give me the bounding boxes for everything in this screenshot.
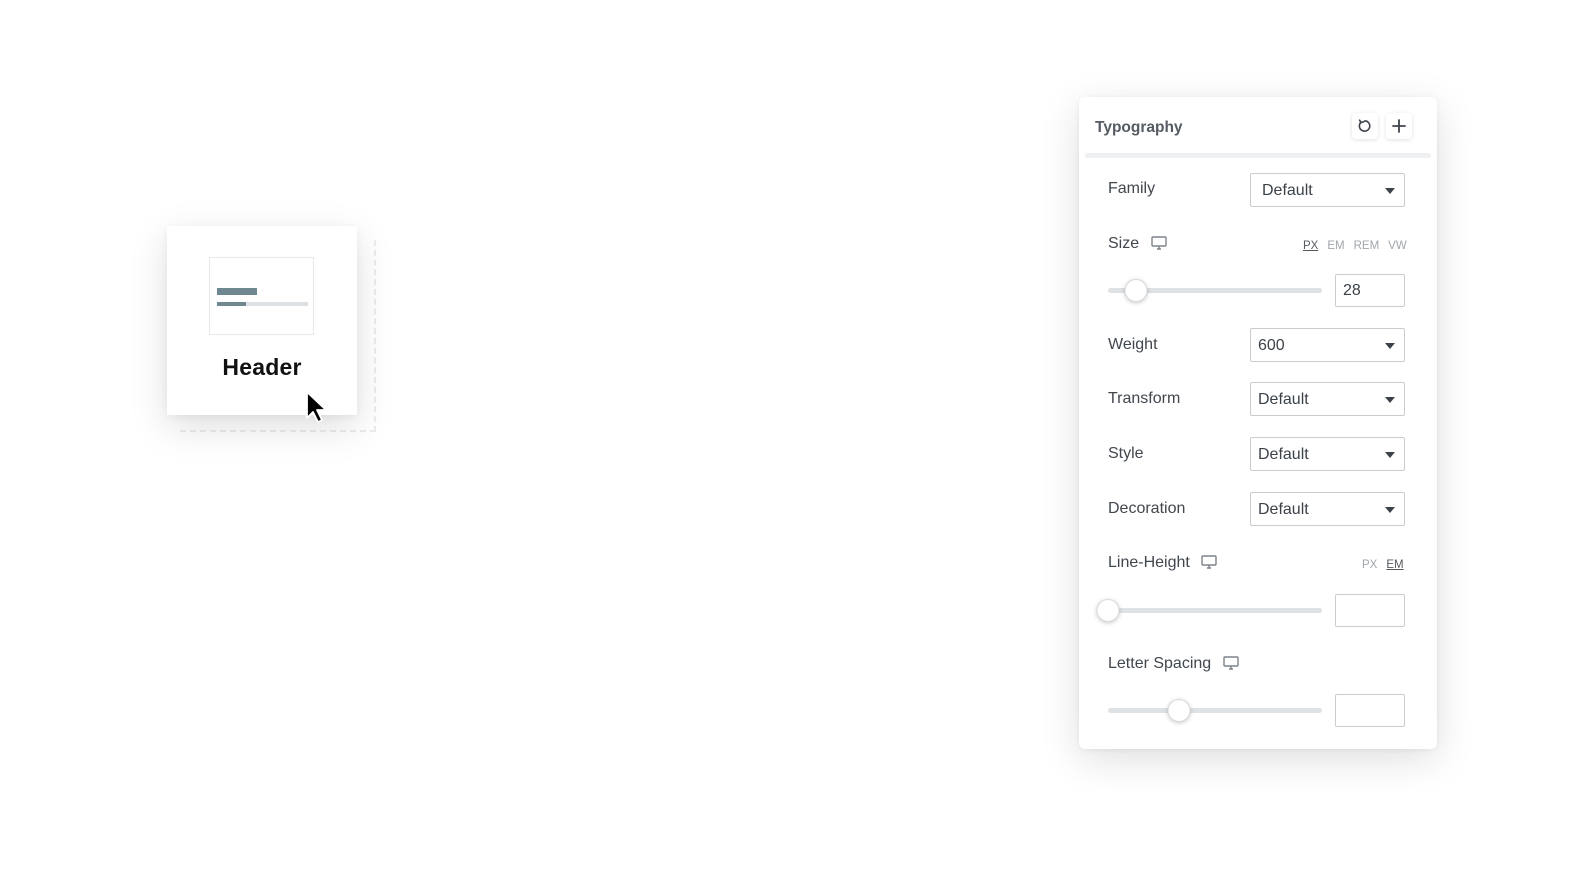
chevron-down-icon	[1385, 343, 1395, 349]
panel-header: Typography	[1079, 97, 1437, 158]
size-input[interactable]	[1335, 274, 1405, 307]
line-height-input[interactable]	[1335, 594, 1405, 627]
line-height-slider-handle[interactable]	[1096, 599, 1120, 622]
decoration-label: Decoration	[1108, 500, 1186, 517]
line-height-unit-switcher: PX EM	[1362, 559, 1404, 571]
letter-spacing-slider[interactable]	[1108, 699, 1322, 722]
line-height-label: Line-Height	[1108, 554, 1190, 571]
preview-progress-bar	[217, 302, 308, 306]
family-select[interactable]: Default	[1250, 173, 1405, 207]
header-widget-card[interactable]: Header	[167, 226, 357, 415]
unit-px[interactable]: PX	[1303, 240, 1318, 252]
decoration-select[interactable]: Default	[1250, 492, 1405, 526]
header-widget-icon	[209, 257, 314, 335]
canvas: Header Typography Family Default Size PX…	[0, 0, 1592, 880]
widget-label: Header	[222, 354, 302, 380]
style-select[interactable]: Default	[1250, 437, 1405, 471]
chevron-down-icon	[1385, 188, 1395, 194]
plus-icon	[1392, 119, 1406, 133]
preview-title-bar	[217, 288, 257, 295]
transform-select[interactable]: Default	[1250, 382, 1405, 416]
chevron-down-icon	[1385, 397, 1395, 403]
unit-rem[interactable]: REM	[1354, 240, 1380, 252]
line-height-slider[interactable]	[1096, 599, 1322, 622]
reset-button[interactable]	[1352, 113, 1378, 139]
style-label: Style	[1108, 445, 1144, 462]
weight-select[interactable]: 600	[1250, 328, 1405, 362]
letter-spacing-input[interactable]	[1335, 694, 1405, 727]
family-value: Default	[1262, 182, 1313, 199]
reset-icon	[1358, 119, 1371, 132]
unit-vw[interactable]: VW	[1388, 240, 1407, 252]
unit-em[interactable]: EM	[1386, 559, 1403, 571]
letter-spacing-slider-handle[interactable]	[1167, 699, 1191, 722]
desktop-monitor-icon[interactable]	[1223, 656, 1239, 670]
chevron-down-icon	[1385, 452, 1395, 458]
unit-em[interactable]: EM	[1327, 240, 1344, 252]
size-unit-switcher: PX EM REM VW	[1303, 240, 1407, 252]
family-label: Family	[1108, 180, 1156, 197]
transform-value: Default	[1258, 391, 1309, 408]
size-label: Size	[1108, 235, 1140, 252]
desktop-monitor-icon[interactable]	[1151, 236, 1167, 250]
letter-spacing-label: Letter Spacing	[1108, 655, 1212, 672]
mouse-cursor-icon	[306, 391, 327, 423]
add-button[interactable]	[1386, 113, 1412, 139]
size-slider-handle[interactable]	[1124, 279, 1148, 302]
size-slider[interactable]	[1108, 279, 1322, 302]
weight-value: 600	[1258, 337, 1285, 354]
style-value: Default	[1258, 446, 1309, 463]
panel-title: Typography	[1095, 119, 1183, 136]
unit-px[interactable]: PX	[1362, 559, 1377, 571]
decoration-value: Default	[1258, 501, 1309, 518]
transform-label: Transform	[1108, 390, 1181, 407]
weight-label: Weight	[1108, 336, 1158, 353]
desktop-monitor-icon[interactable]	[1201, 555, 1217, 569]
chevron-down-icon	[1385, 507, 1395, 513]
header-divider	[1085, 153, 1431, 158]
